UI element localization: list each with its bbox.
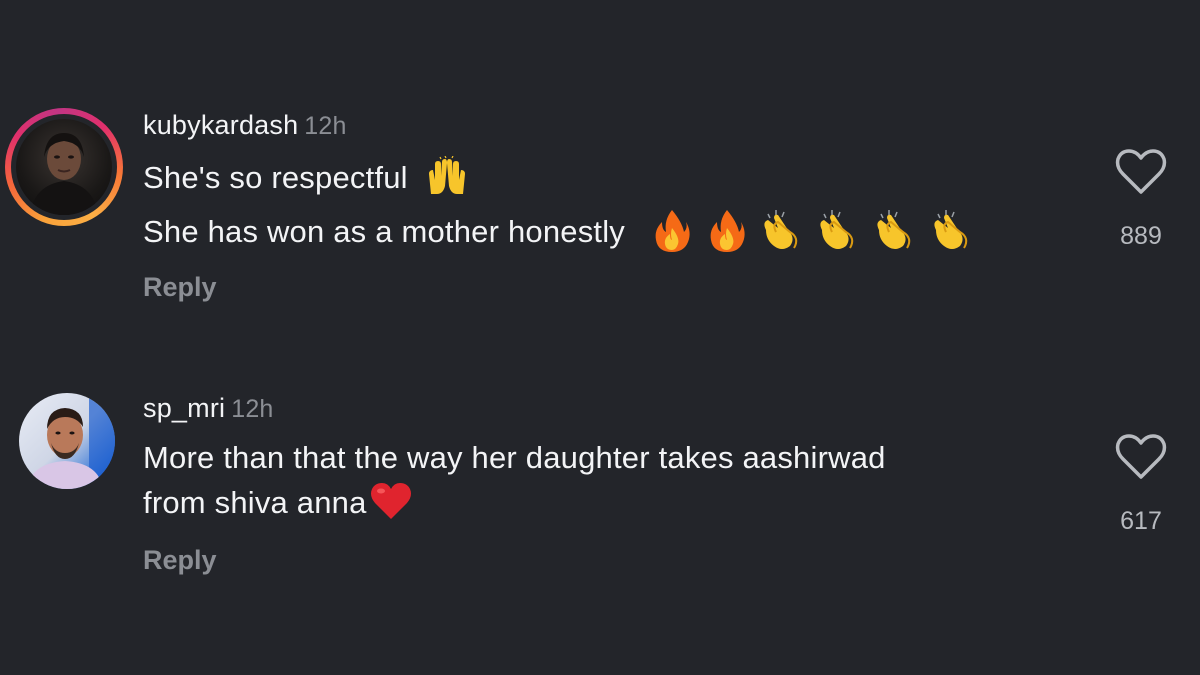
- fire-emoji-icon: [707, 208, 747, 260]
- comment-text-line: She has won as a mother honestly: [143, 208, 976, 260]
- reply-button[interactable]: Reply: [143, 545, 217, 576]
- avatar-story-ring[interactable]: [5, 108, 123, 226]
- avatar-photo-icon: [30, 133, 98, 215]
- clapping-hands-emoji-icon: [873, 208, 919, 260]
- clapping-hands-emoji-icon: [816, 208, 862, 260]
- comment-text: She's so respectful: [143, 160, 408, 196]
- comment-text: She has won as a mother honestly: [143, 214, 626, 250]
- username[interactable]: kubykardash: [143, 110, 298, 140]
- fire-emoji-icon: [652, 208, 692, 260]
- comment-author[interactable]: sp_mri 12h: [143, 393, 274, 424]
- red-heart-emoji-icon: [369, 481, 413, 529]
- raising-hands-emoji-icon: [425, 155, 469, 204]
- comment-text: More than that the way her daughter take…: [143, 440, 886, 475]
- comment-text-line: More than that the way her daughter take…: [143, 440, 886, 476]
- comment-text-line: from shiva anna: [143, 481, 413, 529]
- username[interactable]: sp_mri: [143, 393, 225, 423]
- clapping-hands-emoji-icon: [760, 208, 806, 260]
- comment-author[interactable]: kubykardash 12h: [143, 110, 347, 141]
- comment-timestamp: 12h: [231, 395, 274, 423]
- like-count: 889: [1120, 222, 1162, 250]
- avatar: [16, 119, 112, 215]
- avatar-photo-icon: [27, 393, 115, 489]
- avatar[interactable]: [19, 393, 115, 489]
- comment-text-line: She's so respectful: [143, 155, 469, 204]
- comment-timestamp: 12h: [304, 112, 347, 140]
- like-heart-icon[interactable]: [1114, 148, 1168, 196]
- like-count: 617: [1120, 507, 1162, 535]
- comment-text: from shiva anna: [143, 485, 367, 521]
- reply-button[interactable]: Reply: [143, 272, 217, 303]
- avatar-ring-gap: [11, 114, 117, 220]
- clapping-hands-emoji-icon: [930, 208, 976, 260]
- like-heart-icon[interactable]: [1114, 433, 1168, 481]
